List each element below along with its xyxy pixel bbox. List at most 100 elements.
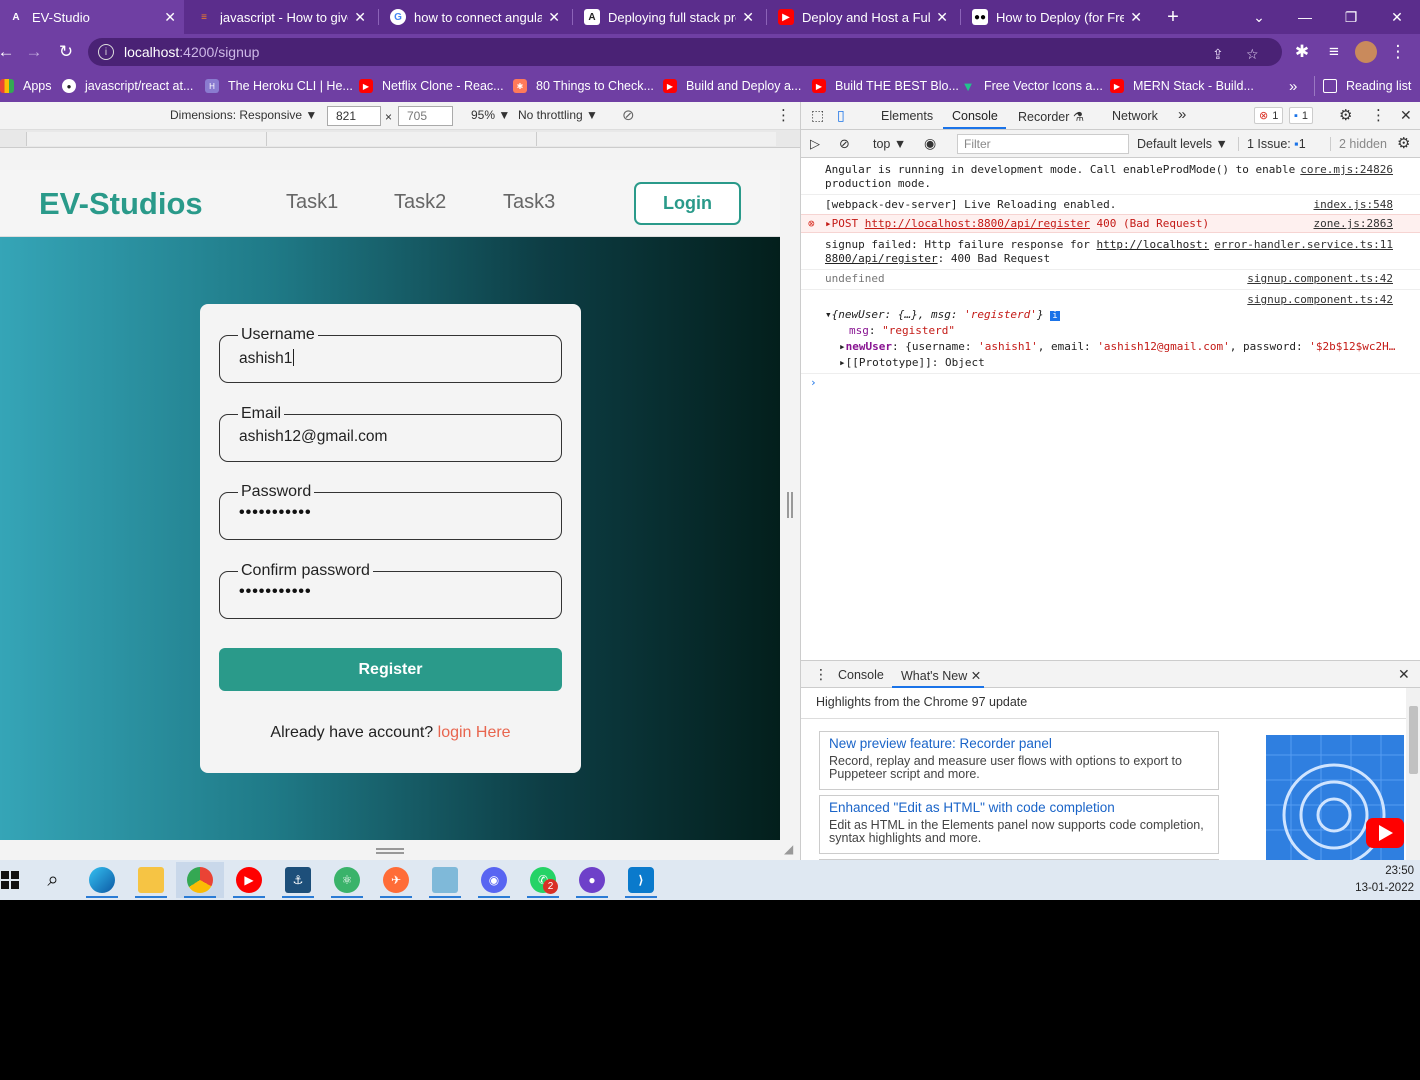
bookmark-mern[interactable]: ▶ MERN Stack - Build... — [1110, 76, 1254, 96]
devtools-menu-icon[interactable]: ⋮ — [1371, 106, 1386, 124]
drawer-tab-whats-new[interactable]: What's New ✕ — [901, 668, 981, 683]
bookmark-hubspot[interactable]: ✱ 80 Things to Check... — [513, 76, 654, 96]
log-object-summary[interactable]: ▾{newUser: {…}, msg: 'registerd'} i — [825, 308, 1060, 323]
login-here-link[interactable]: login Here — [438, 724, 511, 741]
console-prompt-icon[interactable]: › — [810, 376, 817, 390]
share-icon[interactable]: ⇪ — [1212, 46, 1224, 63]
errors-badge[interactable]: ⊗ 1 — [1254, 107, 1284, 124]
close-tab-icon[interactable]: ✕ — [548, 9, 560, 26]
context-dropdown[interactable]: top ▼ — [873, 137, 906, 151]
dimensions-dropdown[interactable]: Dimensions: Responsive ▼ — [170, 108, 317, 122]
tab-medium[interactable]: ●● How to Deploy (for Free ✕ — [964, 0, 1150, 34]
bookmark-netflix-clone[interactable]: ▶ Netflix Clone - Reac... — [359, 76, 504, 96]
log-newuser-prop[interactable]: ▸newUser: {username: 'ashish1', email: '… — [839, 340, 1395, 354]
messages-badge[interactable]: ▪ 1 — [1289, 107, 1314, 124]
rotate-icon[interactable]: ⊘ — [622, 106, 635, 124]
url-field[interactable]: i localhost:4200/signup ⇪ ☆ — [88, 38, 1282, 66]
whats-new-card[interactable]: New preview feature: Recorder panel Reco… — [819, 731, 1219, 790]
bookmark-star-icon[interactable]: ☆ — [1246, 46, 1259, 63]
forward-icon[interactable]: → — [22, 40, 46, 64]
tab-console[interactable]: Console — [952, 109, 998, 123]
whatsapp-icon[interactable]: ✆ 2 — [519, 862, 567, 898]
bookmark-build-deploy[interactable]: ▶ Build and Deploy a... — [663, 76, 801, 96]
close-drawer-icon[interactable]: ✕ — [1398, 666, 1410, 683]
avatar[interactable] — [1354, 40, 1378, 64]
tab-ev-studio[interactable]: A EV-Studio ✕ — [0, 0, 184, 34]
tab-google[interactable]: G how to connect angular ✕ — [382, 0, 568, 34]
chrome-icon[interactable] — [176, 862, 224, 898]
log-source-link[interactable]: core.mjs:24826 — [1300, 163, 1393, 176]
drawer-tab-console[interactable]: Console — [838, 668, 884, 682]
inspect-icon[interactable]: ⬚ — [811, 107, 824, 124]
atom-icon[interactable]: ⚛ — [323, 862, 371, 898]
bookmark-vector-icons[interactable]: ▼ Free Vector Icons a... — [961, 76, 1103, 96]
close-tab-icon[interactable]: ✕ — [1130, 9, 1142, 26]
device-toggle-icon[interactable]: ▯ — [837, 107, 845, 124]
close-window-icon[interactable]: ✕ — [1374, 0, 1420, 34]
tab-stackoverflow[interactable]: ≡ javascript - How to give ✕ — [188, 0, 374, 34]
search-icon[interactable]: ⌕ — [29, 862, 77, 898]
tab-search-icon[interactable]: ⌄ — [1236, 0, 1282, 34]
new-tab-button[interactable]: + — [1150, 0, 1196, 34]
close-tab-icon[interactable]: ✕ — [936, 9, 948, 26]
confirm-password-field[interactable]: Confirm password ••••••••••• — [219, 562, 562, 619]
issues-button[interactable]: 1 Issue: ▪1 — [1238, 137, 1306, 151]
log-source-link[interactable]: error-handler.service.ts:11 — [1214, 238, 1393, 251]
bookmark-heroku[interactable]: H The Heroku CLI | He... — [205, 76, 353, 96]
email-field[interactable]: Email ashish12@gmail.com — [219, 405, 562, 462]
close-tab-icon[interactable]: ✕ — [164, 9, 176, 26]
reload-icon[interactable]: ↻ — [54, 40, 78, 64]
close-devtools-icon[interactable]: ✕ — [1400, 107, 1412, 124]
bookmark-apps[interactable]: Apps — [0, 76, 52, 96]
nav-task3[interactable]: Task3 — [503, 191, 555, 214]
device-more-icon[interactable]: ⋮ — [776, 106, 791, 124]
zoom-dropdown[interactable]: 95% ▼ — [471, 108, 510, 122]
whats-new-video-thumbnail[interactable] — [1266, 735, 1404, 860]
back-icon[interactable]: ← — [0, 40, 18, 64]
media-icon[interactable]: ≡ — [1322, 40, 1346, 64]
github-desktop-icon[interactable]: ● — [568, 862, 616, 898]
drawer-menu-icon[interactable]: ⋮ — [814, 666, 828, 683]
extensions-icon[interactable]: ✱ — [1290, 40, 1314, 64]
notepad-icon[interactable] — [421, 862, 469, 898]
tab-recorder[interactable]: Recorder ⚗ — [1018, 109, 1084, 124]
settings-gear-icon[interactable]: ⚙ — [1339, 106, 1352, 124]
log-prototype-prop[interactable]: ▸[[Prototype]]: Object — [839, 356, 985, 370]
vscode-icon[interactable]: ⟩ — [617, 862, 665, 898]
discord-icon[interactable]: ◉ — [470, 862, 518, 898]
viewport-resize-corner-icon[interactable]: ◢ — [784, 842, 793, 856]
media-query-bar[interactable] — [0, 130, 800, 148]
throttle-dropdown[interactable]: No throttling ▼ — [518, 108, 598, 122]
reading-list[interactable]: Reading list — [1314, 76, 1411, 96]
nav-task2[interactable]: Task2 — [394, 191, 446, 214]
edge-icon[interactable] — [78, 862, 126, 898]
system-clock[interactable]: 23:50 13-01-2022 — [1340, 863, 1420, 897]
clear-console-icon[interactable]: ⊘ — [839, 136, 850, 152]
minimize-icon[interactable]: — — [1282, 0, 1328, 34]
log-source-link[interactable]: index.js:548 — [1314, 198, 1393, 211]
info-icon[interactable]: i — [98, 44, 114, 60]
tab-network[interactable]: Network — [1112, 109, 1158, 123]
viewport-resize-handle-right[interactable] — [787, 492, 793, 518]
mysql-workbench-icon[interactable]: ⚓ — [274, 862, 322, 898]
menu-icon[interactable]: ⋮ — [1386, 40, 1410, 64]
console-settings-icon[interactable]: ⚙ — [1397, 134, 1410, 152]
log-source-link[interactable]: signup.component.ts:42 — [1247, 293, 1393, 306]
bookmark-github[interactable]: ● javascript/react at... — [62, 76, 193, 96]
password-field[interactable]: Password ••••••••••• — [219, 483, 562, 540]
signup-url-link-2[interactable]: 8800/api/register — [825, 252, 938, 265]
more-tabs-icon[interactable]: » — [1178, 106, 1186, 123]
log-source-link[interactable]: signup.component.ts:42 — [1247, 272, 1393, 285]
tab-youtube-deploy[interactable]: ▶ Deploy and Host a Fullst ✕ — [770, 0, 956, 34]
more-bookmarks-icon[interactable]: » — [1289, 76, 1297, 96]
sidebar-toggle-icon[interactable]: ▷ — [810, 136, 820, 152]
register-button[interactable]: Register — [219, 648, 562, 691]
file-explorer-icon[interactable] — [127, 862, 175, 898]
signup-url-link[interactable]: http://localhost: — [1097, 238, 1210, 251]
login-button[interactable]: Login — [634, 182, 741, 225]
live-expression-eye-icon[interactable]: ◉ — [924, 135, 936, 152]
restore-icon[interactable]: ❐ — [1328, 0, 1374, 34]
error-url-link[interactable]: http://localhost:8800/api/register — [865, 217, 1090, 230]
tab-elements[interactable]: Elements — [881, 109, 933, 123]
username-field[interactable]: Username ashish1 — [219, 326, 562, 383]
